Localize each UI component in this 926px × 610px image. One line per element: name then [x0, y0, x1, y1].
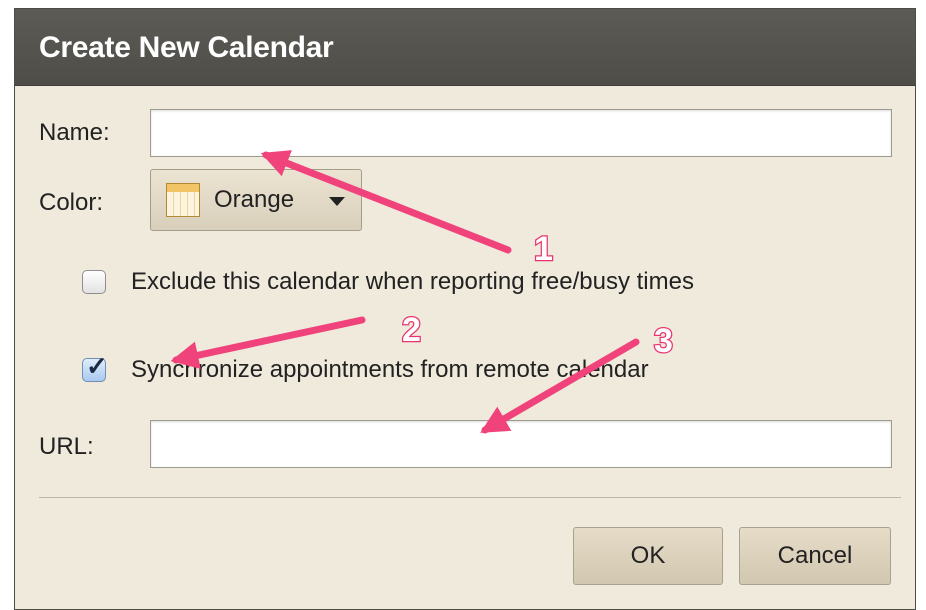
sync-checkbox-label[interactable]: Synchronize appointments from remote cal… — [131, 356, 649, 384]
color-dropdown-value: Orange — [214, 186, 295, 213]
ok-button[interactable]: OK — [573, 527, 723, 585]
url-input[interactable] — [150, 420, 892, 468]
dialog-title: Create New Calendar — [39, 31, 334, 64]
url-label: URL: — [39, 433, 94, 460]
name-label: Name: — [39, 119, 110, 146]
caret-down-icon — [329, 197, 345, 206]
exclude-checkbox[interactable] — [82, 270, 106, 294]
checkmark-icon: ✓ — [86, 351, 108, 381]
create-calendar-dialog: Create New Calendar Name: Color: Orange … — [14, 8, 916, 610]
name-input[interactable] — [150, 109, 892, 157]
color-dropdown[interactable]: Orange — [150, 169, 362, 231]
cancel-button[interactable]: Cancel — [739, 527, 891, 585]
color-label: Color: — [39, 189, 104, 216]
calendar-swatch-icon — [166, 183, 200, 217]
sync-checkbox[interactable]: ✓ — [82, 351, 108, 382]
exclude-checkbox-label[interactable]: Exclude this calendar when reporting fre… — [131, 268, 694, 296]
dialog-titlebar[interactable]: Create New Calendar — [15, 9, 915, 86]
dialog-divider — [39, 497, 901, 498]
